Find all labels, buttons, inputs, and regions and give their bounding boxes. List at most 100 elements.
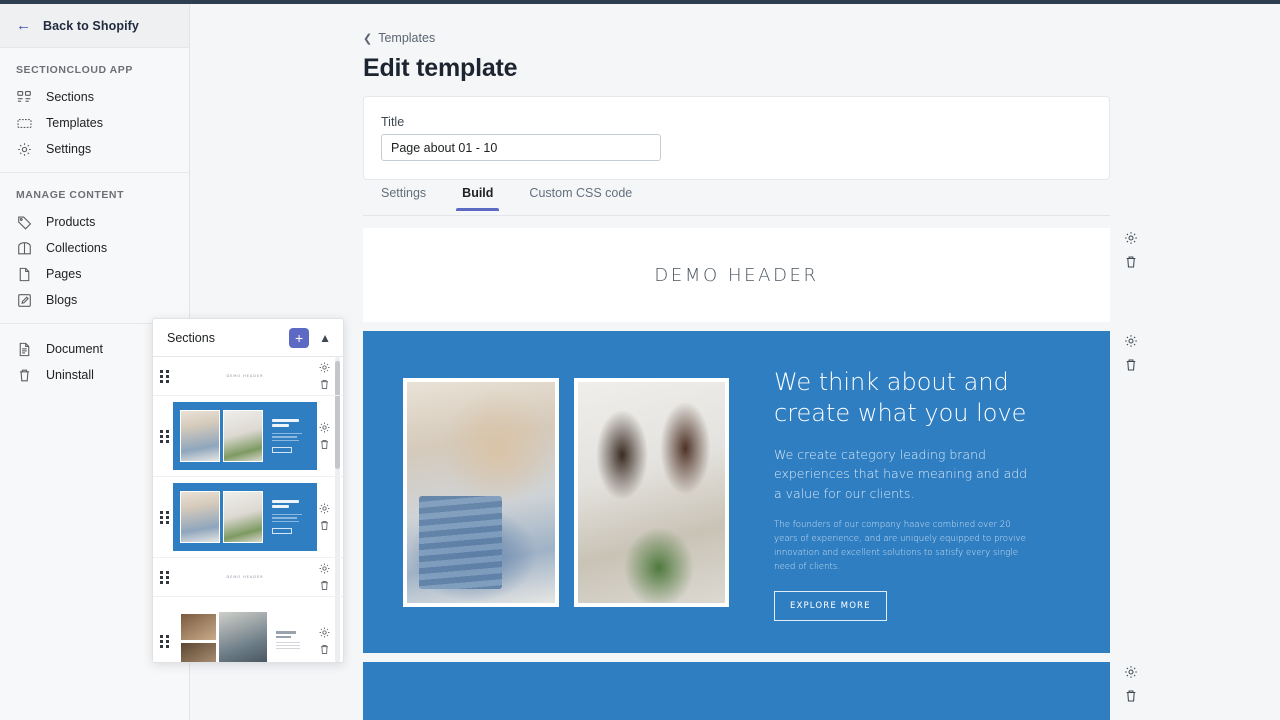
sections-panel-title: Sections	[167, 330, 215, 345]
trash-icon[interactable]	[318, 519, 331, 532]
section-thumbnail-header: DEMO HEADER	[173, 363, 317, 389]
template-preview: DEMO HEADER We think about and create wh…	[363, 228, 1137, 720]
trash-icon[interactable]	[1123, 688, 1139, 704]
tag-icon	[16, 214, 33, 231]
blog-pencil-icon	[16, 292, 33, 309]
sidebar-item-label: Products	[46, 215, 96, 229]
back-to-shopify-label: Back to Shopify	[43, 18, 139, 33]
chevron-up-icon[interactable]: ▲	[317, 331, 333, 345]
drag-handle-icon[interactable]	[157, 369, 171, 383]
preview-block-tools	[1118, 664, 1144, 704]
sidebar-item-blogs[interactable]: Blogs	[0, 287, 189, 313]
sidebar-item-label: Settings	[46, 142, 92, 156]
sections-panel-list[interactable]: DEMO HEADER DEMO HEADER	[153, 357, 343, 662]
sidebar-group-manage-content: MANAGE CONTENT Products Collections Page…	[0, 173, 189, 324]
trash-icon	[16, 367, 33, 384]
list-item-tools	[318, 502, 331, 532]
list-item-tools	[318, 421, 331, 451]
hero-image-right	[574, 377, 729, 607]
chevron-left-icon: ❮	[363, 32, 373, 45]
list-item[interactable]	[153, 477, 343, 558]
drag-handle-icon[interactable]	[157, 634, 171, 648]
sidebar-item-collections[interactable]: Collections	[0, 235, 189, 261]
sidebar-item-pages[interactable]: Pages	[0, 261, 189, 287]
sidebar-group-title: MANAGE CONTENT	[16, 189, 125, 201]
sections-panel-header: Sections + ▲	[153, 319, 343, 357]
list-item-tools	[318, 626, 331, 656]
tab-bar: Settings Build Custom CSS code	[363, 186, 1110, 216]
sidebar-item-settings[interactable]: Settings	[0, 136, 189, 162]
tab-settings[interactable]: Settings	[363, 186, 444, 210]
page-icon	[16, 266, 33, 283]
hero-heading: We think about and create what you love	[774, 368, 1027, 428]
sidebar-item-products[interactable]: Products	[0, 209, 189, 235]
drag-handle-icon[interactable]	[157, 510, 171, 524]
hero-image-left	[403, 377, 559, 607]
app-root: ← Back to Shopify SECTIONCLOUD APP Secti…	[0, 0, 1280, 720]
thumb-header-caption: DEMO HEADER	[226, 575, 264, 579]
sidebar-item-templates[interactable]: Templates	[0, 110, 189, 136]
preview-block-tools	[1118, 230, 1144, 270]
breadcrumb-label: Templates	[378, 31, 436, 45]
preview-block-hero-partial	[363, 662, 1137, 720]
list-item[interactable]: DEMO HEADER	[153, 357, 343, 396]
sidebar-item-label: Blogs	[46, 293, 78, 307]
gear-icon[interactable]	[318, 361, 331, 374]
hero-section-partial	[363, 662, 1110, 720]
document-icon	[16, 341, 33, 358]
gear-icon[interactable]	[318, 421, 331, 434]
title-field-label: Title	[381, 115, 405, 129]
tab-build[interactable]: Build	[444, 186, 511, 211]
trash-icon[interactable]	[318, 579, 331, 592]
trash-icon[interactable]	[318, 378, 331, 391]
hero-subparagraph: The founders of our company haave combin…	[774, 519, 1026, 572]
sidebar-item-label: Document	[46, 342, 103, 356]
section-thumbnail-gallery	[173, 603, 317, 662]
demo-header-section: DEMO HEADER	[363, 228, 1110, 322]
sections-panel: Sections + ▲ DEMO HEADER DEMO HEADER	[152, 318, 344, 663]
list-item-tools	[318, 562, 331, 592]
back-to-shopify-button[interactable]: ← Back to Shopify	[0, 4, 189, 48]
gear-icon[interactable]	[1123, 230, 1139, 246]
list-item[interactable]	[153, 396, 343, 477]
section-thumbnail-header: DEMO HEADER	[173, 564, 317, 590]
sidebar-item-sections[interactable]: Sections	[0, 84, 189, 110]
hero-section: We think about and create what you love …	[363, 331, 1110, 653]
demo-header-text: DEMO HEADER	[654, 264, 819, 286]
sidebar-group-sectioncloud: SECTIONCLOUD APP Sections Templates Sett…	[0, 48, 189, 173]
page-title: Edit template	[363, 54, 518, 82]
gear-icon[interactable]	[1123, 333, 1139, 349]
trash-icon[interactable]	[1123, 357, 1139, 373]
title-input[interactable]	[381, 134, 661, 161]
drag-handle-icon[interactable]	[157, 429, 171, 443]
gear-icon[interactable]	[318, 562, 331, 575]
section-thumbnail-hero	[173, 483, 317, 551]
gear-icon	[16, 141, 33, 158]
gear-icon[interactable]	[1123, 664, 1139, 680]
list-item[interactable]: DEMO HEADER	[153, 558, 343, 597]
trash-icon[interactable]	[1123, 254, 1139, 270]
gear-icon[interactable]	[318, 626, 331, 639]
hero-images	[403, 377, 729, 607]
hero-paragraph: We create category leading brand experie…	[774, 446, 1028, 501]
trash-icon[interactable]	[318, 438, 331, 451]
collection-icon	[16, 240, 33, 257]
gear-icon[interactable]	[318, 502, 331, 515]
sidebar-item-label: Pages	[46, 267, 82, 281]
preview-block-hero: We think about and create what you love …	[363, 331, 1137, 653]
sidebar-item-label: Sections	[46, 90, 94, 104]
tab-custom-css-code[interactable]: Custom CSS code	[511, 186, 650, 210]
drag-handle-icon[interactable]	[157, 570, 171, 584]
preview-block-tools	[1118, 333, 1144, 373]
thumb-header-caption: DEMO HEADER	[226, 374, 264, 378]
sections-icon	[16, 89, 33, 106]
trash-icon[interactable]	[318, 643, 331, 656]
list-item-tools	[318, 361, 331, 391]
list-item[interactable]	[153, 597, 343, 662]
add-section-button[interactable]: +	[289, 327, 310, 348]
sidebar-item-label: Collections	[46, 241, 108, 255]
explore-more-button[interactable]: EXPLORE MORE	[774, 590, 887, 621]
main-content: ❮ Templates Edit template Title Settings…	[191, 4, 1280, 720]
section-thumbnail-hero	[173, 402, 317, 470]
breadcrumb[interactable]: ❮ Templates	[363, 31, 435, 45]
